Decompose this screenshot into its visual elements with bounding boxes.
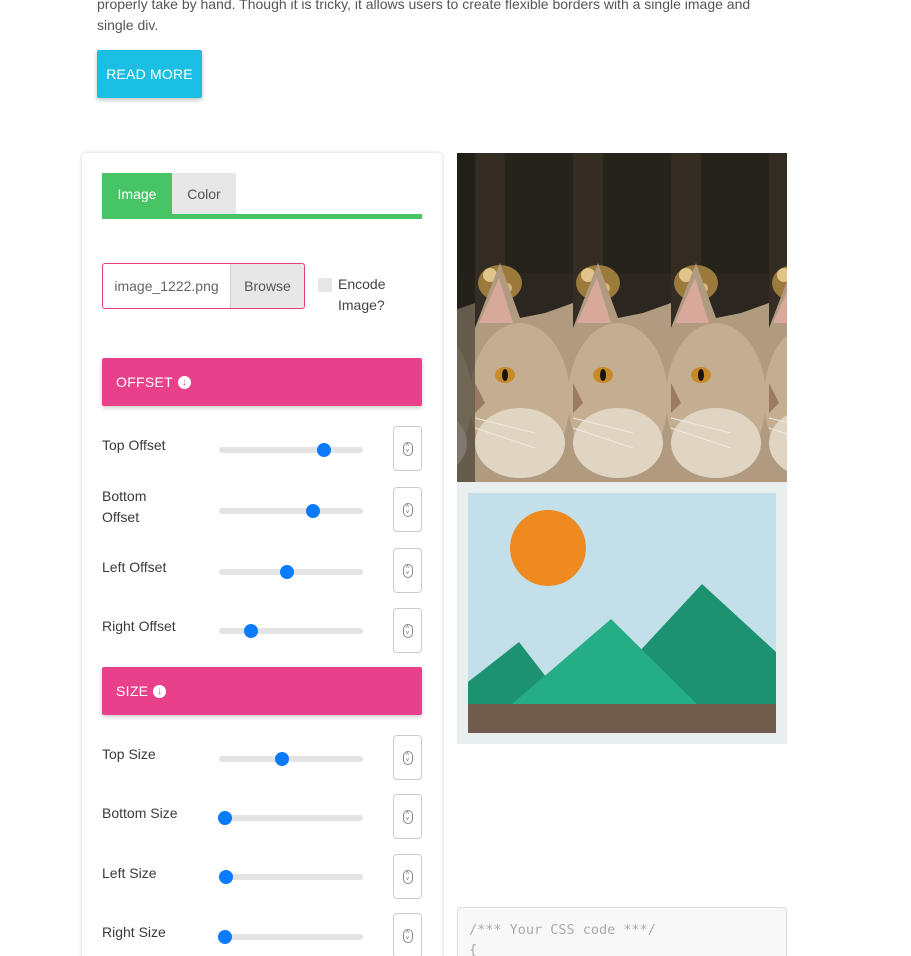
top-size-slider[interactable] xyxy=(219,752,363,766)
border-image-settings-panel: Image Color image_1222.png Browse Encode… xyxy=(82,153,442,956)
right-offset-label: Right Offset xyxy=(102,618,176,634)
slider-thumb[interactable] xyxy=(243,624,258,638)
bottom-offset-stepper[interactable]: ˄ ˅ xyxy=(393,487,422,532)
right-size-stepper[interactable]: ˄ ˅ xyxy=(393,913,422,956)
bottom-size-slider[interactable] xyxy=(217,811,363,825)
slider-thumb[interactable] xyxy=(275,752,290,766)
file-name-field[interactable]: image_1222.png xyxy=(103,264,230,308)
cat-photo-tiles xyxy=(457,153,787,482)
offset-section-button[interactable]: OFFSET ↓ xyxy=(102,358,422,406)
up-down-stepper-icon: ˄ ˅ xyxy=(402,750,413,765)
slider-thumb[interactable] xyxy=(217,811,232,825)
right-size-label: Right Size xyxy=(102,924,166,940)
size-section-button[interactable]: SIZE ↓ xyxy=(102,667,422,715)
right-size-slider[interactable] xyxy=(217,930,363,944)
offset-section-label: OFFSET xyxy=(116,374,174,390)
slider-thumb[interactable] xyxy=(217,930,232,944)
left-offset-stepper[interactable]: ˄ ˅ xyxy=(393,548,422,593)
file-upload-group: image_1222.png Browse xyxy=(102,263,305,309)
encode-image-label: Encode Image? xyxy=(338,276,386,313)
up-down-stepper-icon: ˄ ˅ xyxy=(402,502,413,517)
right-offset-stepper[interactable]: ˄ ˅ xyxy=(393,608,422,653)
up-down-stepper-icon: ˄ ˅ xyxy=(402,441,413,456)
code-comment: /*** Your CSS code ***/ xyxy=(469,922,656,938)
left-size-slider[interactable] xyxy=(219,870,363,884)
top-offset-stepper[interactable]: ˄ ˅ xyxy=(393,426,422,471)
up-down-stepper-icon: ˄ ˅ xyxy=(402,928,413,943)
code-line: { xyxy=(469,942,478,956)
arrow-circle-down-icon: ↓ xyxy=(153,684,167,698)
slider-thumb[interactable] xyxy=(305,504,320,518)
right-offset-slider[interactable] xyxy=(219,624,363,638)
top-size-label: Top Size xyxy=(102,746,156,762)
slider-thumb[interactable] xyxy=(219,870,234,884)
bottom-size-stepper[interactable]: ˄ ˅ xyxy=(393,794,422,839)
intro-paragraph: properly take by hand. Though it is tric… xyxy=(97,0,751,33)
slider-thumb[interactable] xyxy=(279,565,294,579)
bottom-offset-slider[interactable] xyxy=(219,504,363,518)
left-size-label: Left Size xyxy=(102,865,157,881)
tab-bar: Image Color xyxy=(102,173,422,219)
up-down-stepper-icon: ˄ ˅ xyxy=(402,869,413,884)
top-offset-slider[interactable] xyxy=(219,443,363,457)
border-image-preview xyxy=(457,153,787,482)
encode-image-checkbox[interactable] xyxy=(318,278,332,292)
image-placeholder-preview xyxy=(457,482,787,744)
bottom-size-label: Bottom Size xyxy=(102,805,178,821)
bottom-offset-label: Bottom Offset xyxy=(102,488,147,525)
tab-image[interactable]: Image xyxy=(102,173,172,214)
slider-thumb[interactable] xyxy=(317,443,332,457)
size-section-label: SIZE xyxy=(116,683,149,699)
left-offset-slider[interactable] xyxy=(219,565,363,579)
top-offset-label: Top Offset xyxy=(102,437,166,453)
left-offset-label: Left Offset xyxy=(102,559,167,575)
css-code-output[interactable]: /*** Your CSS code ***/ { xyxy=(457,907,787,956)
up-down-stepper-icon: ˄ ˅ xyxy=(402,809,413,824)
landscape-placeholder-icon xyxy=(468,493,776,733)
browse-button[interactable]: Browse xyxy=(230,264,304,308)
up-down-stepper-icon: ˄ ˅ xyxy=(402,623,413,638)
read-more-button[interactable]: READ MORE xyxy=(97,50,202,98)
arrow-circle-down-icon: ↓ xyxy=(178,375,192,389)
up-down-stepper-icon: ˄ ˅ xyxy=(402,563,413,578)
tab-color[interactable]: Color xyxy=(172,173,236,214)
top-size-stepper[interactable]: ˄ ˅ xyxy=(393,735,422,780)
left-size-stepper[interactable]: ˄ ˅ xyxy=(393,854,422,899)
